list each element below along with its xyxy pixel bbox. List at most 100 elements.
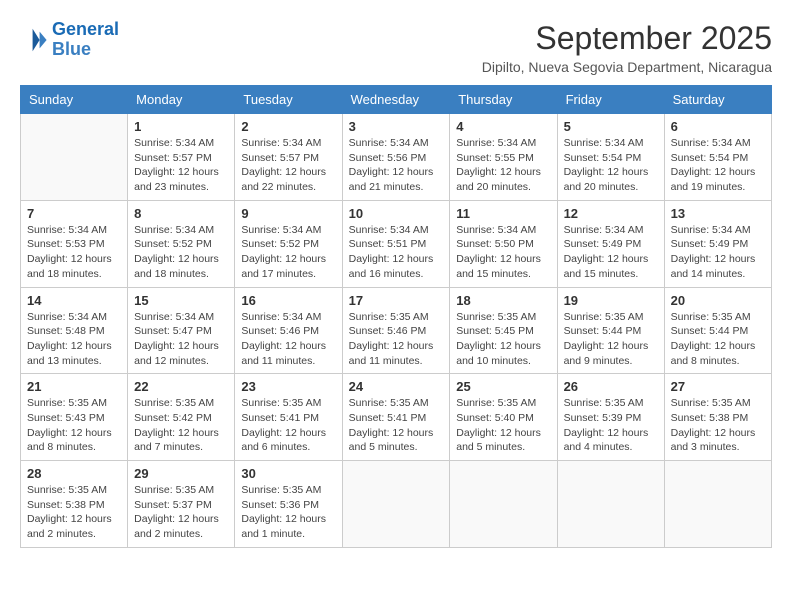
calendar-cell: 4 Sunrise: 5:34 AMSunset: 5:55 PMDaylight… [450, 114, 557, 201]
calendar-cell: 1 Sunrise: 5:34 AMSunset: 5:57 PMDaylight… [128, 114, 235, 201]
month-year: September 2025 [482, 20, 772, 57]
calendar-cell: 22 Sunrise: 5:35 AMSunset: 5:42 PMDayligh… [128, 374, 235, 461]
calendar-cell: 18Sunrise: 5:35 AMSunset: 5:45 PMDayligh… [450, 287, 557, 374]
day-number: 10 [349, 206, 444, 221]
calendar-cell: 14 Sunrise: 5:34 AMSunset: 5:48 PMDayligh… [21, 287, 128, 374]
weekday-header-friday: Friday [557, 86, 664, 114]
week-row-5: 28 Sunrise: 5:35 AMSunset: 5:38 PMDayligh… [21, 461, 772, 548]
day-number: 4 [456, 119, 550, 134]
calendar-cell: 8 Sunrise: 5:34 AMSunset: 5:52 PMDaylight… [128, 200, 235, 287]
calendar-cell: 27 Sunrise: 5:35 AMSunset: 5:38 PMDayligh… [664, 374, 771, 461]
week-row-4: 21Sunrise: 5:35 AMSunset: 5:43 PMDayligh… [21, 374, 772, 461]
day-info: Sunrise: 5:35 AMSunset: 5:46 PMDaylight:… [349, 310, 444, 369]
calendar-cell: 25 Sunrise: 5:35 AMSunset: 5:40 PMDayligh… [450, 374, 557, 461]
day-number: 16 [241, 293, 335, 308]
calendar-cell: 12 Sunrise: 5:34 AMSunset: 5:49 PMDayligh… [557, 200, 664, 287]
subtitle: Dipilto, Nueva Segovia Department, Nicar… [482, 59, 772, 75]
day-info: Sunrise: 5:34 AMSunset: 5:49 PMDaylight:… [564, 223, 658, 282]
day-info: Sunrise: 5:34 AMSunset: 5:53 PMDaylight:… [27, 223, 121, 282]
calendar-cell [450, 461, 557, 548]
weekday-header-thursday: Thursday [450, 86, 557, 114]
day-number: 27 [671, 379, 765, 394]
calendar-cell: 6Sunrise: 5:34 AMSunset: 5:54 PMDaylight… [664, 114, 771, 201]
day-info: Sunrise: 5:35 AMSunset: 5:44 PMDaylight:… [564, 310, 658, 369]
calendar-cell: 5 Sunrise: 5:34 AMSunset: 5:54 PMDaylight… [557, 114, 664, 201]
day-number: 9 [241, 206, 335, 221]
day-number: 3 [349, 119, 444, 134]
day-number: 12 [564, 206, 658, 221]
day-number: 23 [241, 379, 335, 394]
calendar: SundayMondayTuesdayWednesdayThursdayFrid… [20, 85, 772, 548]
day-number: 15 [134, 293, 228, 308]
week-row-1: 1 Sunrise: 5:34 AMSunset: 5:57 PMDaylight… [21, 114, 772, 201]
day-number: 6 [671, 119, 765, 134]
day-info: Sunrise: 5:35 AMSunset: 5:37 PMDaylight:… [134, 483, 228, 542]
calendar-cell: 30Sunrise: 5:35 AMSunset: 5:36 PMDayligh… [235, 461, 342, 548]
day-number: 30 [241, 466, 335, 481]
day-number: 29 [134, 466, 228, 481]
calendar-cell: 24 Sunrise: 5:35 AMSunset: 5:41 PMDayligh… [342, 374, 450, 461]
day-number: 18 [456, 293, 550, 308]
calendar-cell: 29 Sunrise: 5:35 AMSunset: 5:37 PMDayligh… [128, 461, 235, 548]
day-info: Sunrise: 5:35 AMSunset: 5:38 PMDaylight:… [27, 483, 121, 542]
week-row-2: 7 Sunrise: 5:34 AMSunset: 5:53 PMDaylight… [21, 200, 772, 287]
calendar-cell: 15 Sunrise: 5:34 AMSunset: 5:47 PMDayligh… [128, 287, 235, 374]
week-row-3: 14 Sunrise: 5:34 AMSunset: 5:48 PMDayligh… [21, 287, 772, 374]
day-info: Sunrise: 5:35 AMSunset: 5:40 PMDaylight:… [456, 396, 550, 455]
day-info: Sunrise: 5:34 AMSunset: 5:52 PMDaylight:… [134, 223, 228, 282]
calendar-cell: 17 Sunrise: 5:35 AMSunset: 5:46 PMDayligh… [342, 287, 450, 374]
day-number: 2 [241, 119, 335, 134]
calendar-cell [664, 461, 771, 548]
calendar-cell: 9 Sunrise: 5:34 AMSunset: 5:52 PMDaylight… [235, 200, 342, 287]
day-number: 17 [349, 293, 444, 308]
weekday-header-wednesday: Wednesday [342, 86, 450, 114]
day-info: Sunrise: 5:34 AMSunset: 5:54 PMDaylight:… [564, 136, 658, 195]
calendar-cell: 10Sunrise: 5:34 AMSunset: 5:51 PMDayligh… [342, 200, 450, 287]
day-number: 14 [27, 293, 121, 308]
weekday-header-monday: Monday [128, 86, 235, 114]
day-info: Sunrise: 5:35 AMSunset: 5:42 PMDaylight:… [134, 396, 228, 455]
day-number: 11 [456, 206, 550, 221]
day-info: Sunrise: 5:35 AMSunset: 5:41 PMDaylight:… [349, 396, 444, 455]
day-info: Sunrise: 5:34 AMSunset: 5:57 PMDaylight:… [241, 136, 335, 195]
calendar-cell [342, 461, 450, 548]
weekday-header-row: SundayMondayTuesdayWednesdayThursdayFrid… [21, 86, 772, 114]
day-number: 28 [27, 466, 121, 481]
day-number: 26 [564, 379, 658, 394]
day-info: Sunrise: 5:34 AMSunset: 5:57 PMDaylight:… [134, 136, 228, 195]
day-number: 7 [27, 206, 121, 221]
day-info: Sunrise: 5:34 AMSunset: 5:52 PMDaylight:… [241, 223, 335, 282]
day-number: 25 [456, 379, 550, 394]
day-info: Sunrise: 5:35 AMSunset: 5:38 PMDaylight:… [671, 396, 765, 455]
day-info: Sunrise: 5:34 AMSunset: 5:47 PMDaylight:… [134, 310, 228, 369]
calendar-cell: 20Sunrise: 5:35 AMSunset: 5:44 PMDayligh… [664, 287, 771, 374]
calendar-cell: 19Sunrise: 5:35 AMSunset: 5:44 PMDayligh… [557, 287, 664, 374]
calendar-cell: 23Sunrise: 5:35 AMSunset: 5:41 PMDayligh… [235, 374, 342, 461]
weekday-header-sunday: Sunday [21, 86, 128, 114]
day-info: Sunrise: 5:34 AMSunset: 5:56 PMDaylight:… [349, 136, 444, 195]
day-info: Sunrise: 5:35 AMSunset: 5:44 PMDaylight:… [671, 310, 765, 369]
title-block: September 2025 Dipilto, Nueva Segovia De… [482, 20, 772, 75]
logo-icon [20, 26, 48, 54]
day-info: Sunrise: 5:34 AMSunset: 5:55 PMDaylight:… [456, 136, 550, 195]
day-number: 1 [134, 119, 228, 134]
weekday-header-tuesday: Tuesday [235, 86, 342, 114]
day-number: 8 [134, 206, 228, 221]
calendar-cell: 2 Sunrise: 5:34 AMSunset: 5:57 PMDaylight… [235, 114, 342, 201]
page-header: General Blue September 2025 Dipilto, Nue… [20, 20, 772, 75]
calendar-cell [21, 114, 128, 201]
day-info: Sunrise: 5:34 AMSunset: 5:50 PMDaylight:… [456, 223, 550, 282]
day-number: 5 [564, 119, 658, 134]
day-number: 21 [27, 379, 121, 394]
calendar-cell: 26Sunrise: 5:35 AMSunset: 5:39 PMDayligh… [557, 374, 664, 461]
calendar-cell: 13Sunrise: 5:34 AMSunset: 5:49 PMDayligh… [664, 200, 771, 287]
calendar-cell: 3 Sunrise: 5:34 AMSunset: 5:56 PMDaylight… [342, 114, 450, 201]
day-info: Sunrise: 5:34 AMSunset: 5:48 PMDaylight:… [27, 310, 121, 369]
day-number: 24 [349, 379, 444, 394]
calendar-cell: 16 Sunrise: 5:34 AMSunset: 5:46 PMDayligh… [235, 287, 342, 374]
day-info: Sunrise: 5:34 AMSunset: 5:46 PMDaylight:… [241, 310, 335, 369]
logo: General Blue [20, 20, 119, 60]
calendar-cell: 28 Sunrise: 5:35 AMSunset: 5:38 PMDayligh… [21, 461, 128, 548]
day-number: 22 [134, 379, 228, 394]
weekday-header-saturday: Saturday [664, 86, 771, 114]
